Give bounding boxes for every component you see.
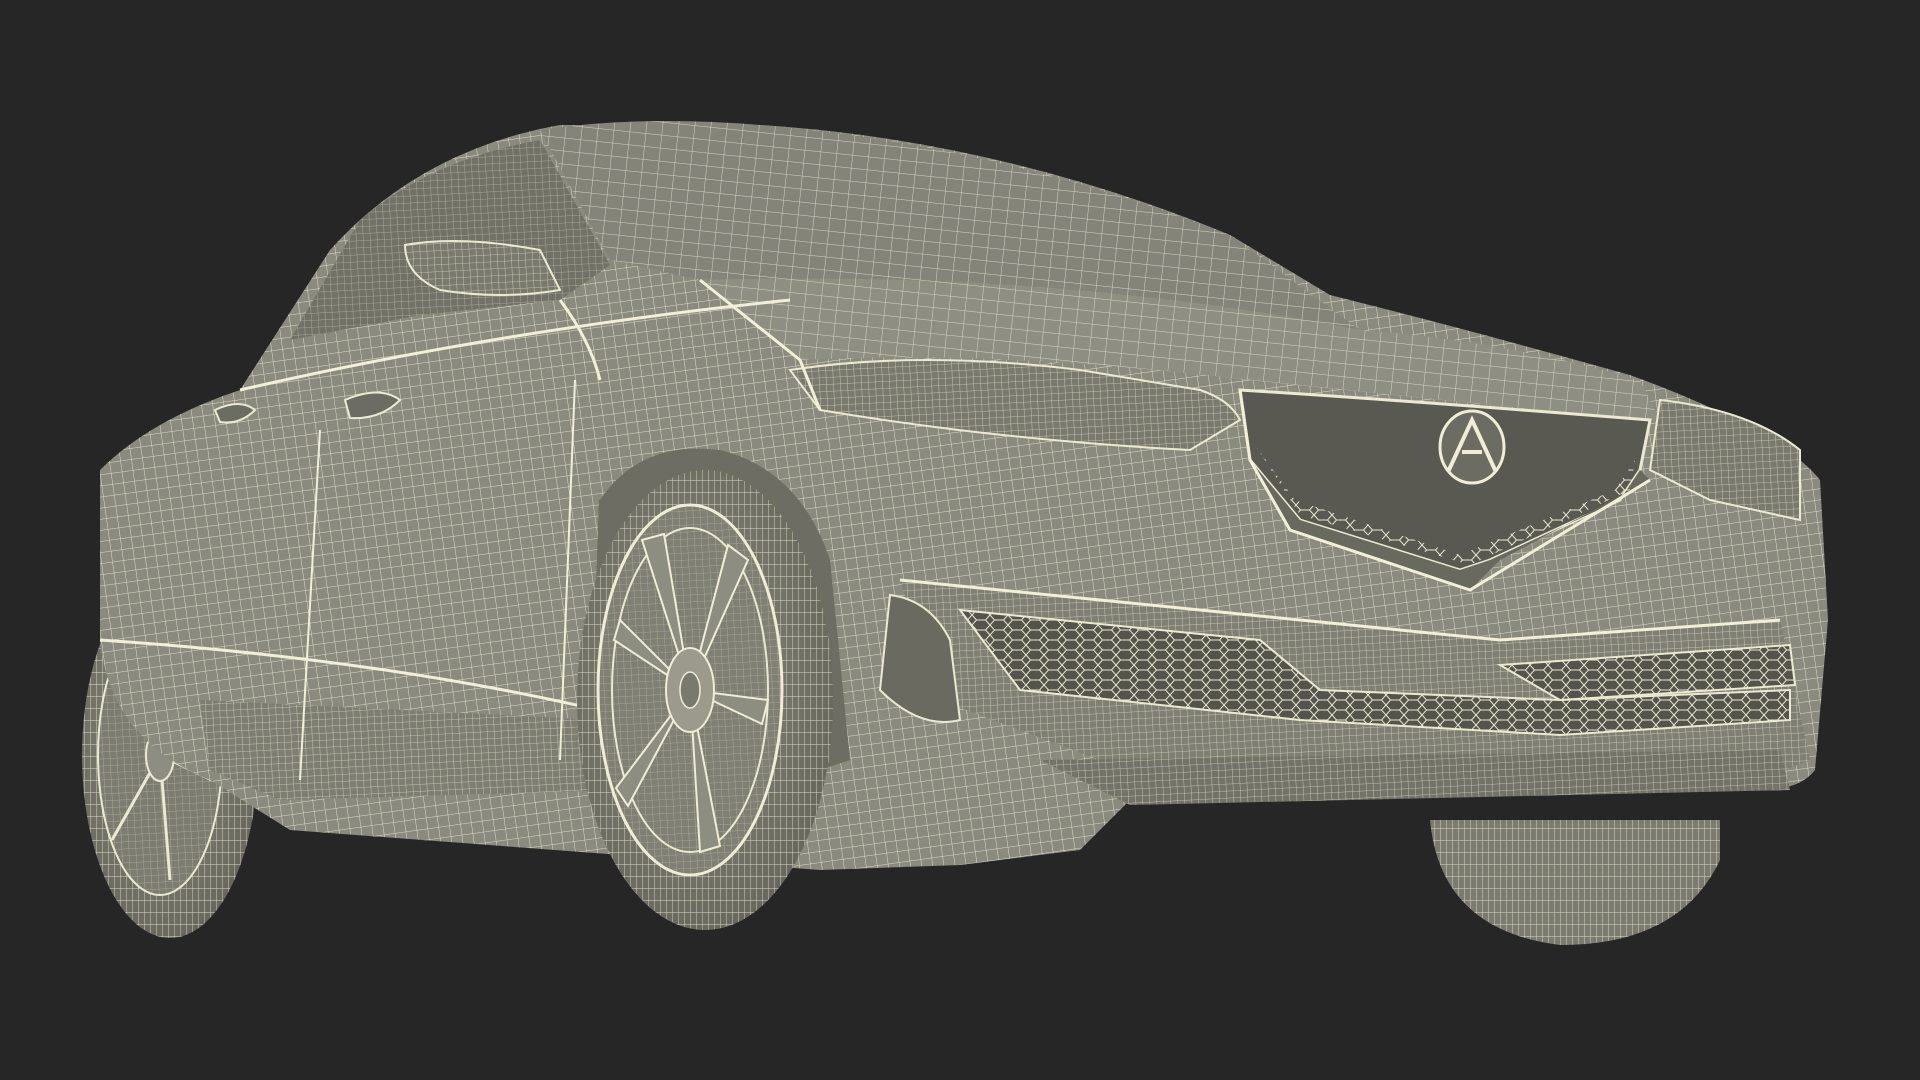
front-right-wheel	[1430, 820, 1720, 945]
brand-emblem	[1438, 409, 1506, 485]
render-viewport	[0, 0, 1920, 1080]
car-body	[99, 121, 1828, 870]
car-wireframe-render	[82, 121, 1828, 945]
